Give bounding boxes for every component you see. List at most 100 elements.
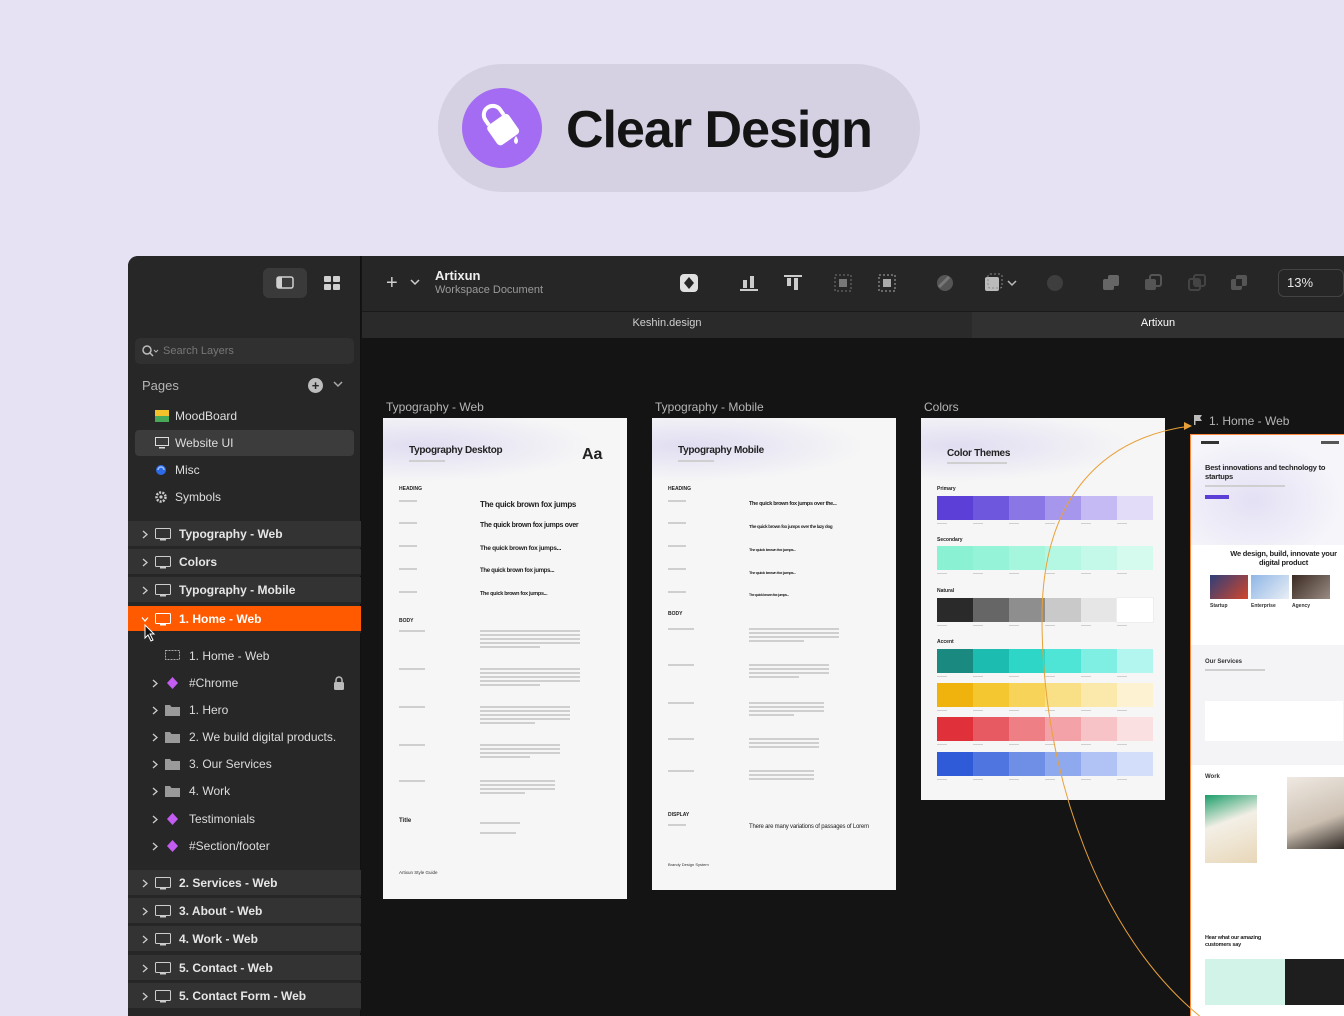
layer-typography-web[interactable]: Typography - Web (128, 521, 361, 548)
chevron-down-icon[interactable] (331, 377, 345, 391)
page-item-misc[interactable]: Misc (135, 457, 354, 483)
body-text-line (749, 742, 819, 744)
resize-icon[interactable] (982, 272, 1004, 294)
artboard-label-typography-web[interactable]: Typography - Web (386, 400, 484, 414)
chevron-right-icon[interactable] (151, 815, 159, 824)
chevron-right-icon[interactable] (141, 907, 149, 916)
chevron-down-icon[interactable] (1006, 272, 1018, 294)
zoom-level-field[interactable]: 13% (1278, 269, 1344, 297)
add-page-button[interactable]: + (308, 378, 323, 393)
chevron-right-icon[interactable] (151, 842, 159, 851)
grid-view-button[interactable] (316, 268, 350, 298)
layer-typography-mobile[interactable]: Typography - Mobile (128, 577, 361, 604)
artboard-typography-mobile[interactable]: Typography Mobile HEADING The quick brow… (652, 418, 896, 890)
chevron-right-icon[interactable] (141, 586, 149, 595)
work-heading: Work (1205, 774, 1220, 780)
chevron-right-icon[interactable] (141, 935, 149, 944)
artboard-icon (155, 528, 171, 541)
chevron-right-icon[interactable] (151, 787, 159, 796)
page-item-website-ui[interactable]: Website UI (135, 430, 354, 456)
flatten-icon[interactable] (934, 272, 956, 294)
body-text-line (749, 636, 839, 638)
child-digital-products[interactable]: 2. We build digital products. (128, 724, 361, 751)
scale-icon[interactable] (876, 272, 898, 294)
layer-home-web[interactable]: 1. Home - Web (128, 606, 361, 633)
chevron-right-icon[interactable] (141, 879, 149, 888)
spec-line (399, 630, 425, 632)
chevron-right-icon[interactable] (151, 679, 159, 688)
body-text-line (749, 770, 814, 772)
child-testimonials[interactable]: Testimonials (128, 806, 361, 833)
subtract-icon[interactable] (1142, 272, 1164, 294)
layer-contact-form-web[interactable]: 5. Contact Form - Web (128, 983, 361, 1010)
tab-artixun[interactable]: Artixun (972, 312, 1344, 338)
tab-keshin-design[interactable]: Keshin.design (362, 312, 972, 338)
chevron-right-icon[interactable] (141, 530, 149, 539)
chevron-right-icon[interactable] (151, 760, 159, 769)
artboard-home-web[interactable]: Best innovations and technology to start… (1190, 434, 1344, 1016)
align-bottom-icon[interactable] (738, 272, 760, 294)
body-text-line (749, 632, 839, 634)
child-our-services[interactable]: 3. Our Services (128, 751, 361, 778)
create-symbol-icon[interactable] (678, 272, 700, 294)
chevron-right-icon[interactable] (151, 733, 159, 742)
symbol-diamond-icon (167, 813, 178, 825)
artboard-icon (155, 905, 171, 918)
heading-sample-h4: The quick brown fox jumps... (480, 568, 555, 574)
design-canvas[interactable]: Typography - Web Typography - Mobile Col… (362, 338, 1344, 1016)
hero-badge: Clear Design (438, 64, 920, 192)
display-section-label: DISPLAY (668, 812, 690, 818)
difference-icon[interactable] (1228, 272, 1250, 294)
body-text-line (480, 710, 570, 712)
artboard-label-typography-mobile[interactable]: Typography - Mobile (655, 400, 764, 414)
layer-work-web[interactable]: 4. Work - Web (128, 926, 361, 953)
body-text-line (480, 784, 555, 786)
lock-icon[interactable] (333, 676, 345, 690)
chevron-down-icon[interactable] (141, 615, 149, 624)
body-text-line (749, 664, 829, 666)
heading-sample-h5: The quick brown fox jumps... (480, 591, 548, 597)
intersect-icon[interactable] (1186, 272, 1208, 294)
layer-contact-web[interactable]: 5. Contact - Web (128, 955, 361, 982)
chevron-right-icon[interactable] (141, 964, 149, 973)
layer-services-web[interactable]: 2. Services - Web (128, 870, 361, 897)
swatch-label-line (937, 710, 947, 711)
agency-image (1292, 575, 1330, 599)
body-text-line (480, 630, 580, 632)
search-placeholder: Search Layers (163, 345, 234, 357)
chevron-right-icon[interactable] (141, 992, 149, 1001)
layer-about-web[interactable]: 3. About - Web (128, 898, 361, 925)
artboard-typography-web[interactable]: Typography Desktop Aa HEADING The quick … (383, 418, 627, 899)
artboard-label-home-web[interactable]: 1. Home - Web (1209, 414, 1289, 428)
body-text-line (480, 780, 555, 782)
circle-shape-icon[interactable] (1044, 272, 1066, 294)
align-top-icon[interactable] (782, 272, 804, 294)
page-item-symbols[interactable]: Symbols (135, 484, 354, 510)
body-text-line (480, 714, 570, 716)
search-layers-input[interactable]: Search Layers (135, 338, 354, 364)
body-text-line (480, 744, 560, 746)
sidebar-toggle-button[interactable] (263, 268, 307, 298)
spec-line (668, 500, 686, 502)
child-hero[interactable]: 1. Hero (128, 697, 361, 724)
child-chrome[interactable]: #Chrome (128, 670, 361, 697)
body-text-line (749, 628, 839, 630)
spec-line (399, 500, 417, 502)
insert-button[interactable]: + (386, 273, 398, 293)
child-home-web[interactable]: 1. Home - Web (128, 643, 361, 670)
style-guide-footer: Artixun Style Guide (399, 870, 438, 875)
swatch-label-line (937, 744, 947, 745)
chevron-right-icon[interactable] (141, 558, 149, 567)
chevron-right-icon[interactable] (151, 706, 159, 715)
chevron-down-icon[interactable] (410, 278, 420, 286)
union-icon[interactable] (1100, 272, 1122, 294)
artboard-label-colors[interactable]: Colors (924, 400, 959, 414)
layer-colors[interactable]: Colors (128, 549, 361, 576)
child-work[interactable]: 4. Work (128, 778, 361, 805)
symbol-diamond-icon (167, 840, 178, 852)
page-item-moodboard[interactable]: MoodBoard (135, 403, 354, 429)
child-section-footer[interactable]: #Section/footer (128, 833, 361, 860)
home-build-heading: We design, build, innovate your digital … (1230, 549, 1337, 567)
mask-icon[interactable] (832, 272, 854, 294)
spec-line (399, 522, 417, 524)
